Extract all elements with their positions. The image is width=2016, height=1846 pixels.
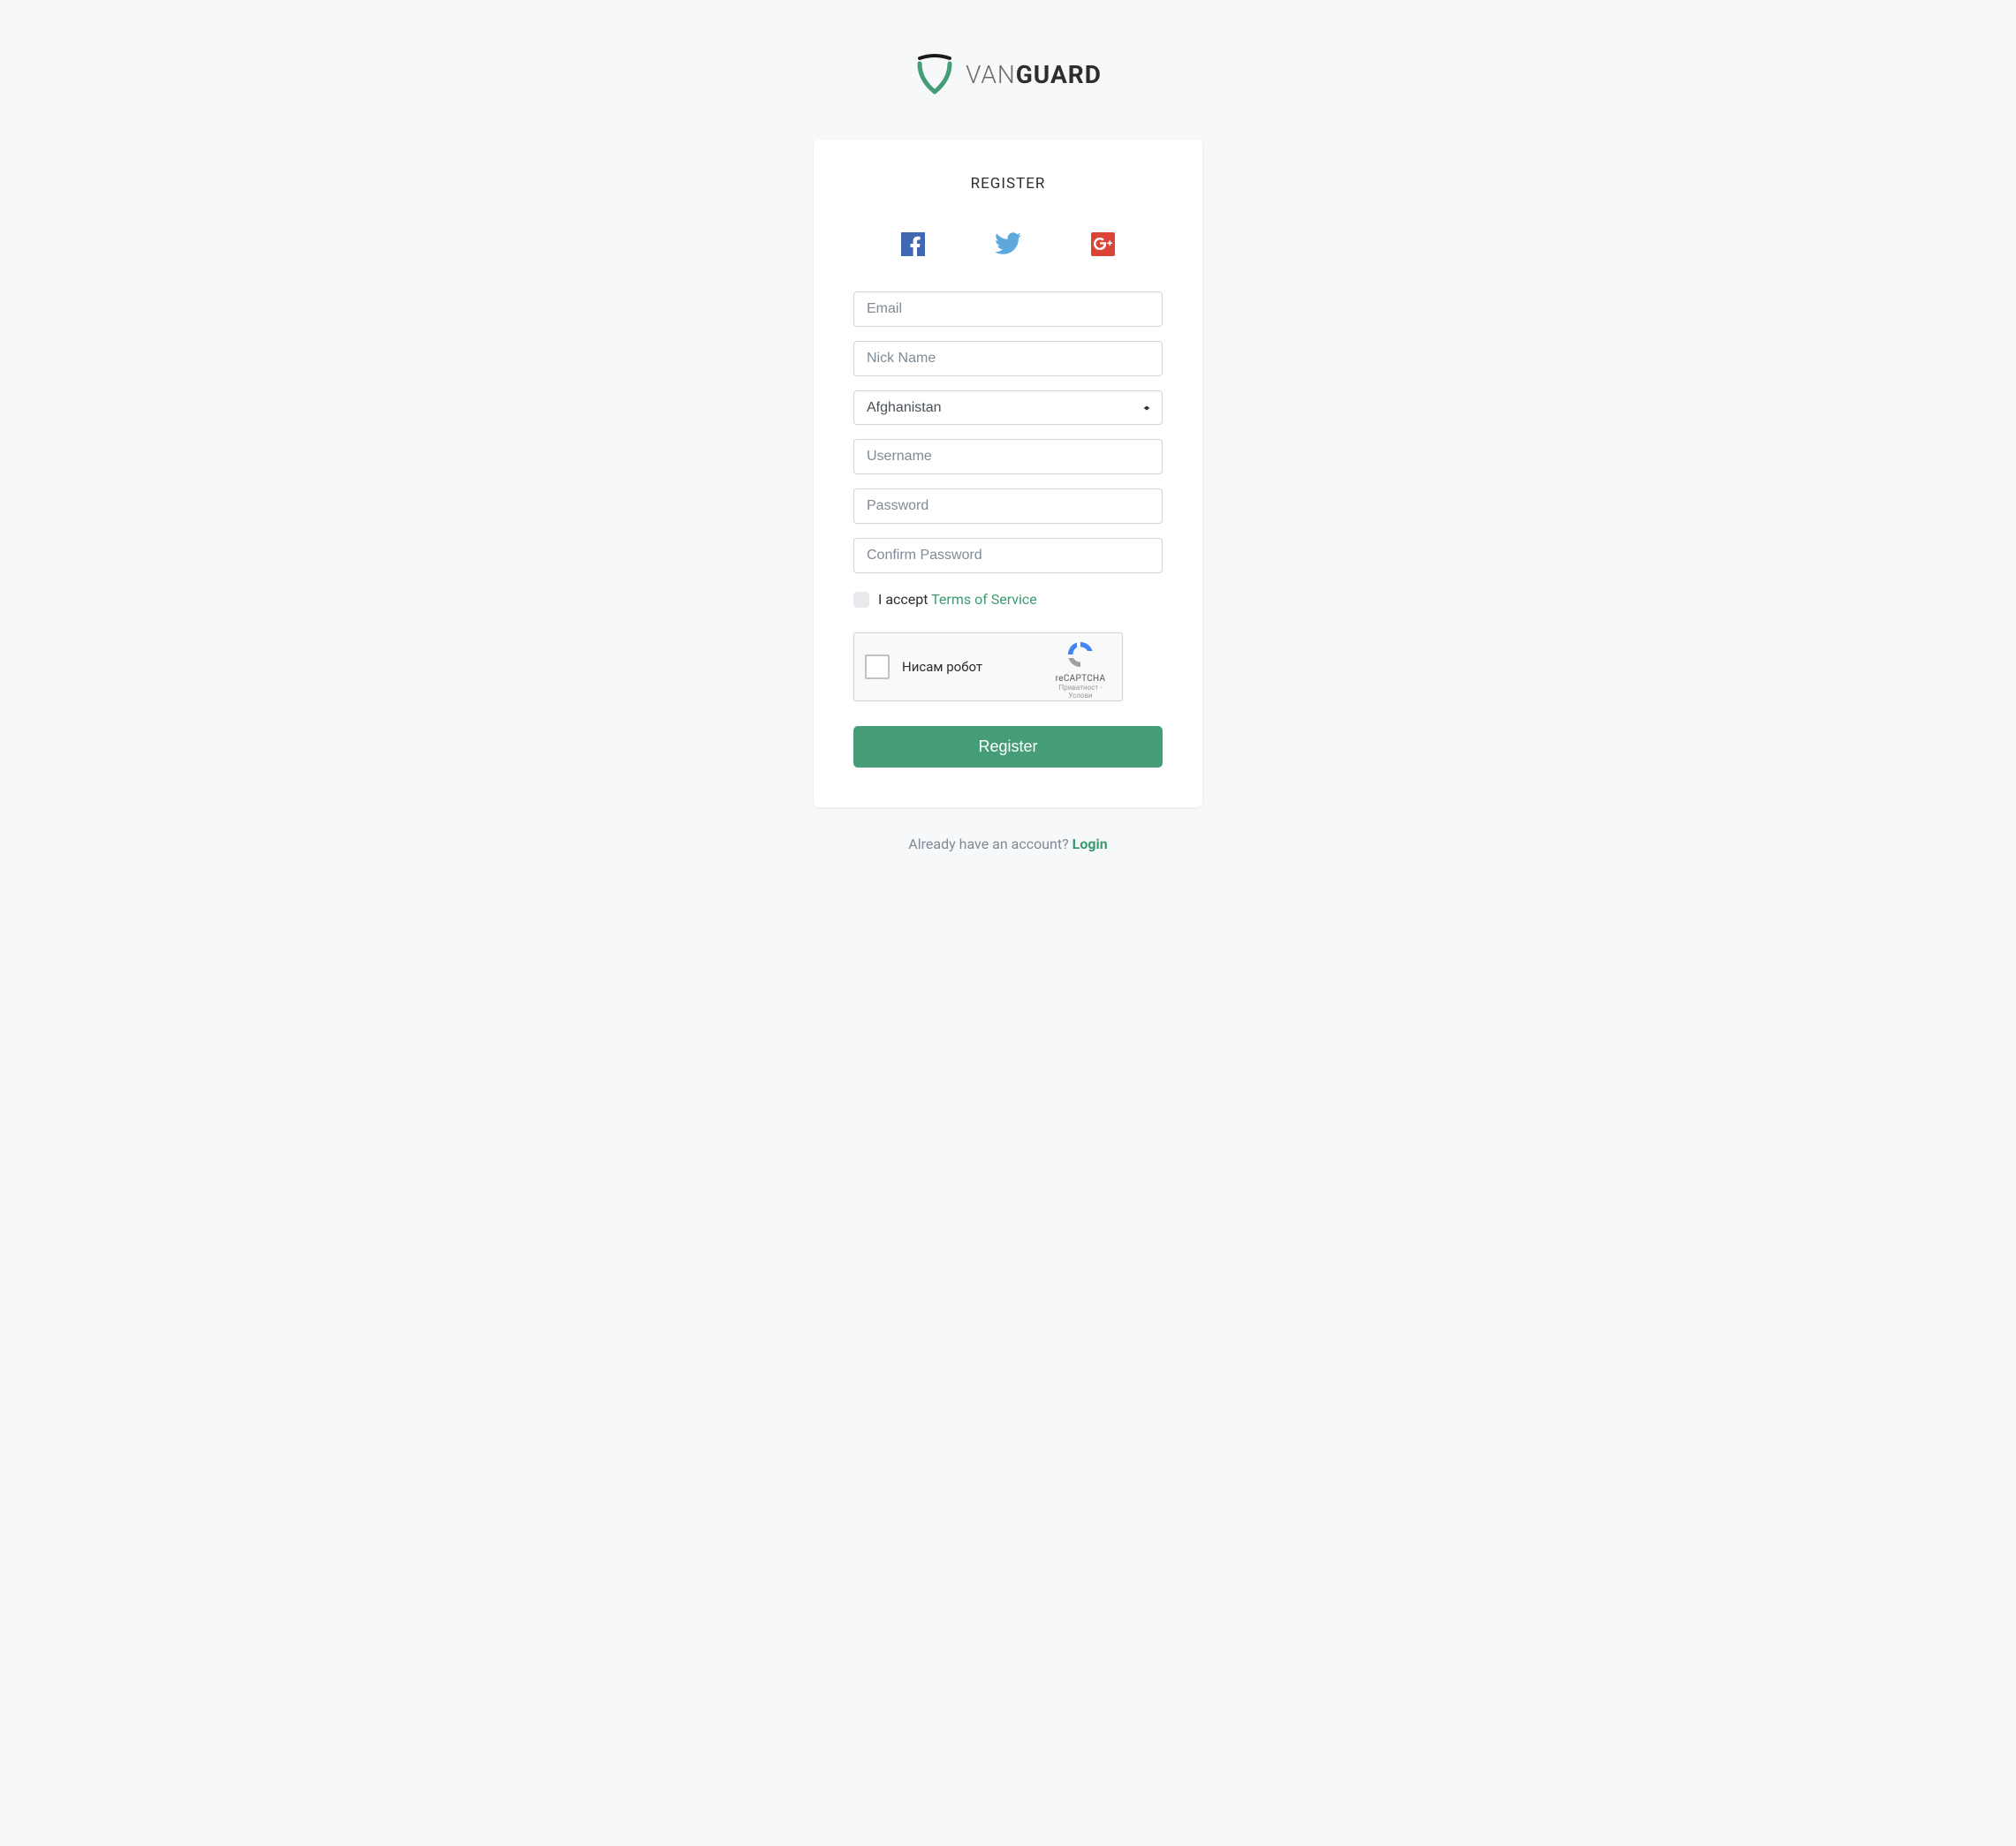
tos-link[interactable]: Terms of Service bbox=[931, 591, 1037, 608]
register-card: REGISTER Afghanistan bbox=[814, 140, 1202, 807]
brand-text-light: VAN bbox=[966, 60, 1016, 89]
twitter-icon[interactable] bbox=[995, 232, 1021, 256]
country-select[interactable]: Afghanistan bbox=[853, 390, 1163, 425]
footer-prompt: Already have an account? Login bbox=[814, 836, 1202, 852]
recaptcha-icon bbox=[1066, 640, 1095, 669]
brand-text-bold: GUARD bbox=[1016, 60, 1102, 89]
tos-row: I accept Terms of Service bbox=[853, 591, 1163, 608]
google-plus-icon[interactable] bbox=[1091, 232, 1115, 256]
recaptcha-checkbox[interactable] bbox=[865, 654, 890, 679]
recaptcha-widget: Нисам робот reCAPTCHA Приватност - Услов… bbox=[853, 632, 1123, 701]
brand-text: VANGUARD bbox=[966, 60, 1102, 89]
recaptcha-brand: reCAPTCHA bbox=[1050, 674, 1111, 684]
nickname-field[interactable] bbox=[853, 341, 1163, 376]
card-title: REGISTER bbox=[853, 175, 1163, 193]
facebook-icon[interactable] bbox=[901, 232, 925, 256]
tos-prefix: I accept bbox=[878, 591, 931, 608]
recaptcha-label: Нисам робот bbox=[902, 659, 982, 675]
social-login-row bbox=[853, 232, 1163, 256]
recaptcha-badge: reCAPTCHA Приватност - Услови bbox=[1050, 640, 1111, 700]
email-field[interactable] bbox=[853, 291, 1163, 327]
recaptcha-privacy-links[interactable]: Приватност - Услови bbox=[1050, 684, 1111, 700]
username-field[interactable] bbox=[853, 439, 1163, 474]
brand-logo: VANGUARD bbox=[814, 53, 1202, 95]
password-field[interactable] bbox=[853, 488, 1163, 524]
login-link[interactable]: Login bbox=[1072, 836, 1108, 852]
shield-icon bbox=[914, 53, 955, 95]
register-button[interactable]: Register bbox=[853, 726, 1163, 768]
tos-label: I accept Terms of Service bbox=[878, 591, 1037, 608]
confirm-password-field[interactable] bbox=[853, 538, 1163, 573]
footer-prompt-text: Already have an account? bbox=[908, 836, 1072, 852]
tos-checkbox[interactable] bbox=[853, 592, 869, 608]
